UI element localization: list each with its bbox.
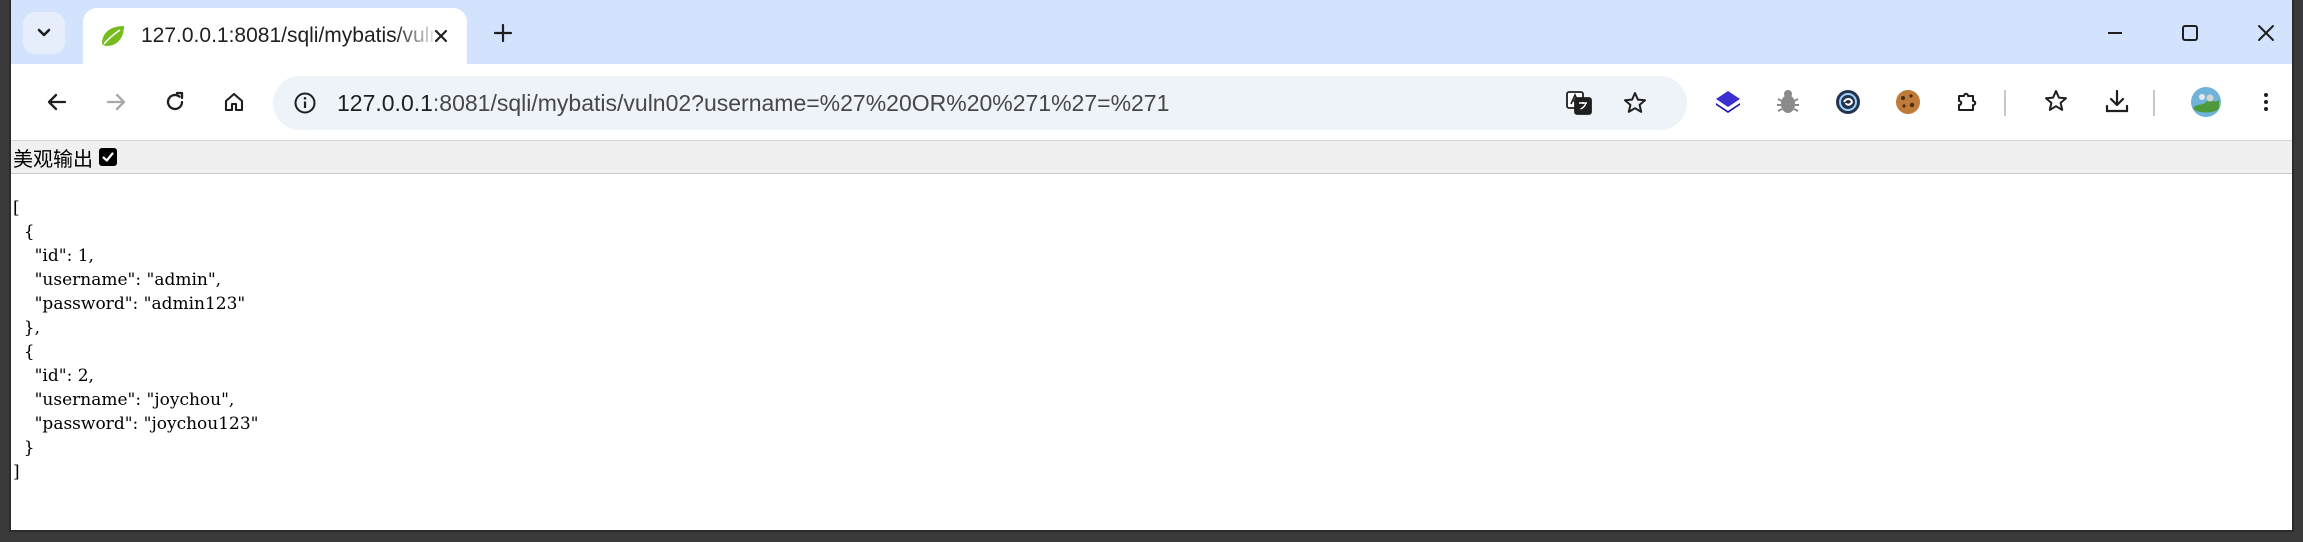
json-line: "id": 2, [13, 366, 94, 386]
page-content: 美观输出 [ { "id": 1, "username": "admin", "… [11, 140, 2292, 530]
checkmark-icon [102, 152, 114, 162]
json-output: [ { "id": 1, "username": "admin", "passw… [13, 196, 259, 484]
browser-window: 127.0.0.1:8081/sqli/mybatis/vuln02?usern… [9, 0, 2294, 532]
pretty-print-checkbox[interactable] [99, 148, 117, 166]
url-host: 127.0.0.1 [337, 90, 433, 116]
toolbar-separator [2153, 90, 2155, 116]
back-button[interactable] [37, 82, 77, 122]
extension-circle-button[interactable] [1828, 82, 1868, 122]
bookmark-star-button[interactable] [1619, 87, 1651, 119]
maximize-button[interactable] [2170, 16, 2210, 50]
json-line: "username": "joychou", [13, 390, 235, 410]
layers-extension-icon [1716, 91, 1740, 113]
more-vert-icon [2264, 93, 2268, 111]
avatar [2191, 87, 2221, 117]
arrow-right-icon [106, 93, 126, 111]
circle-extension-icon [1836, 90, 1860, 114]
json-line: { [13, 342, 35, 362]
spring-leaf-icon [102, 26, 124, 46]
json-line: ] [13, 462, 20, 482]
cookie-icon [1896, 90, 1920, 114]
star-list-icon [2045, 90, 2067, 111]
json-line: [ [13, 198, 20, 218]
home-button[interactable] [214, 82, 254, 122]
json-line: "username": "admin", [13, 270, 222, 290]
download-icon [2105, 89, 2129, 113]
reload-button[interactable] [155, 82, 195, 122]
plus-icon [493, 23, 513, 43]
json-line: { [13, 222, 35, 242]
url-text[interactable]: 127.0.0.1:8081/sqli/mybatis/vuln02?usern… [337, 76, 1169, 130]
pretty-print-bar: 美观输出 [11, 140, 2292, 174]
tab-close-button[interactable] [427, 22, 455, 50]
star-icon [1624, 92, 1646, 113]
maximize-icon [2182, 25, 2198, 41]
site-info-button[interactable] [291, 89, 319, 117]
new-tab-button[interactable] [487, 17, 519, 49]
minimize-icon [2108, 32, 2122, 34]
bookmarks-button[interactable] [2037, 82, 2077, 122]
minimize-button[interactable] [2095, 16, 2135, 50]
close-icon [434, 29, 448, 43]
toolbar-separator [2004, 90, 2006, 116]
home-icon [224, 92, 244, 112]
tab-strip: 127.0.0.1:8081/sqli/mybatis/vuln02?usern… [11, 0, 2292, 64]
tab-title: 127.0.0.1:8081/sqli/mybatis/vuln02?usern… [141, 24, 439, 47]
extension-cookie-button[interactable] [1888, 82, 1928, 122]
address-bar[interactable]: 127.0.0.1:8081/sqli/mybatis/vuln02?usern… [273, 76, 1687, 130]
reload-icon [166, 91, 184, 111]
translate-button[interactable] [1563, 87, 1595, 119]
json-line: } [13, 438, 35, 458]
json-line: "id": 1, [13, 246, 94, 266]
url-path: :8081/sqli/mybatis/vuln02?username=%27%2… [432, 90, 1170, 116]
json-line: }, [13, 318, 41, 338]
tab-active[interactable]: 127.0.0.1:8081/sqli/mybatis/vuln02?usern… [83, 8, 467, 64]
forward-button[interactable] [96, 82, 136, 122]
downloads-button[interactable] [2097, 82, 2137, 122]
pretty-print-label: 美观输出 [13, 148, 93, 171]
translate-icon [1566, 91, 1592, 115]
window-close-button[interactable] [2246, 16, 2286, 50]
json-line: "password": "admin123" [13, 294, 246, 314]
tab-search-button[interactable] [23, 12, 65, 54]
toolbar: 127.0.0.1:8081/sqli/mybatis/vuln02?usern… [11, 64, 2292, 140]
profile-button[interactable] [2186, 82, 2226, 122]
json-line: "password": "joychou123" [13, 414, 259, 434]
puzzle-icon [1958, 92, 1977, 111]
menu-button[interactable] [2246, 82, 2286, 122]
close-icon [2258, 25, 2274, 41]
chevron-down-icon [37, 28, 51, 37]
bug-extension-icon [1777, 90, 1799, 113]
extension-bug-button[interactable] [1768, 82, 1808, 122]
info-icon [294, 92, 316, 114]
arrow-left-icon [47, 93, 67, 111]
extension-layers-button[interactable] [1708, 82, 1748, 122]
extensions-button[interactable] [1948, 82, 1988, 122]
